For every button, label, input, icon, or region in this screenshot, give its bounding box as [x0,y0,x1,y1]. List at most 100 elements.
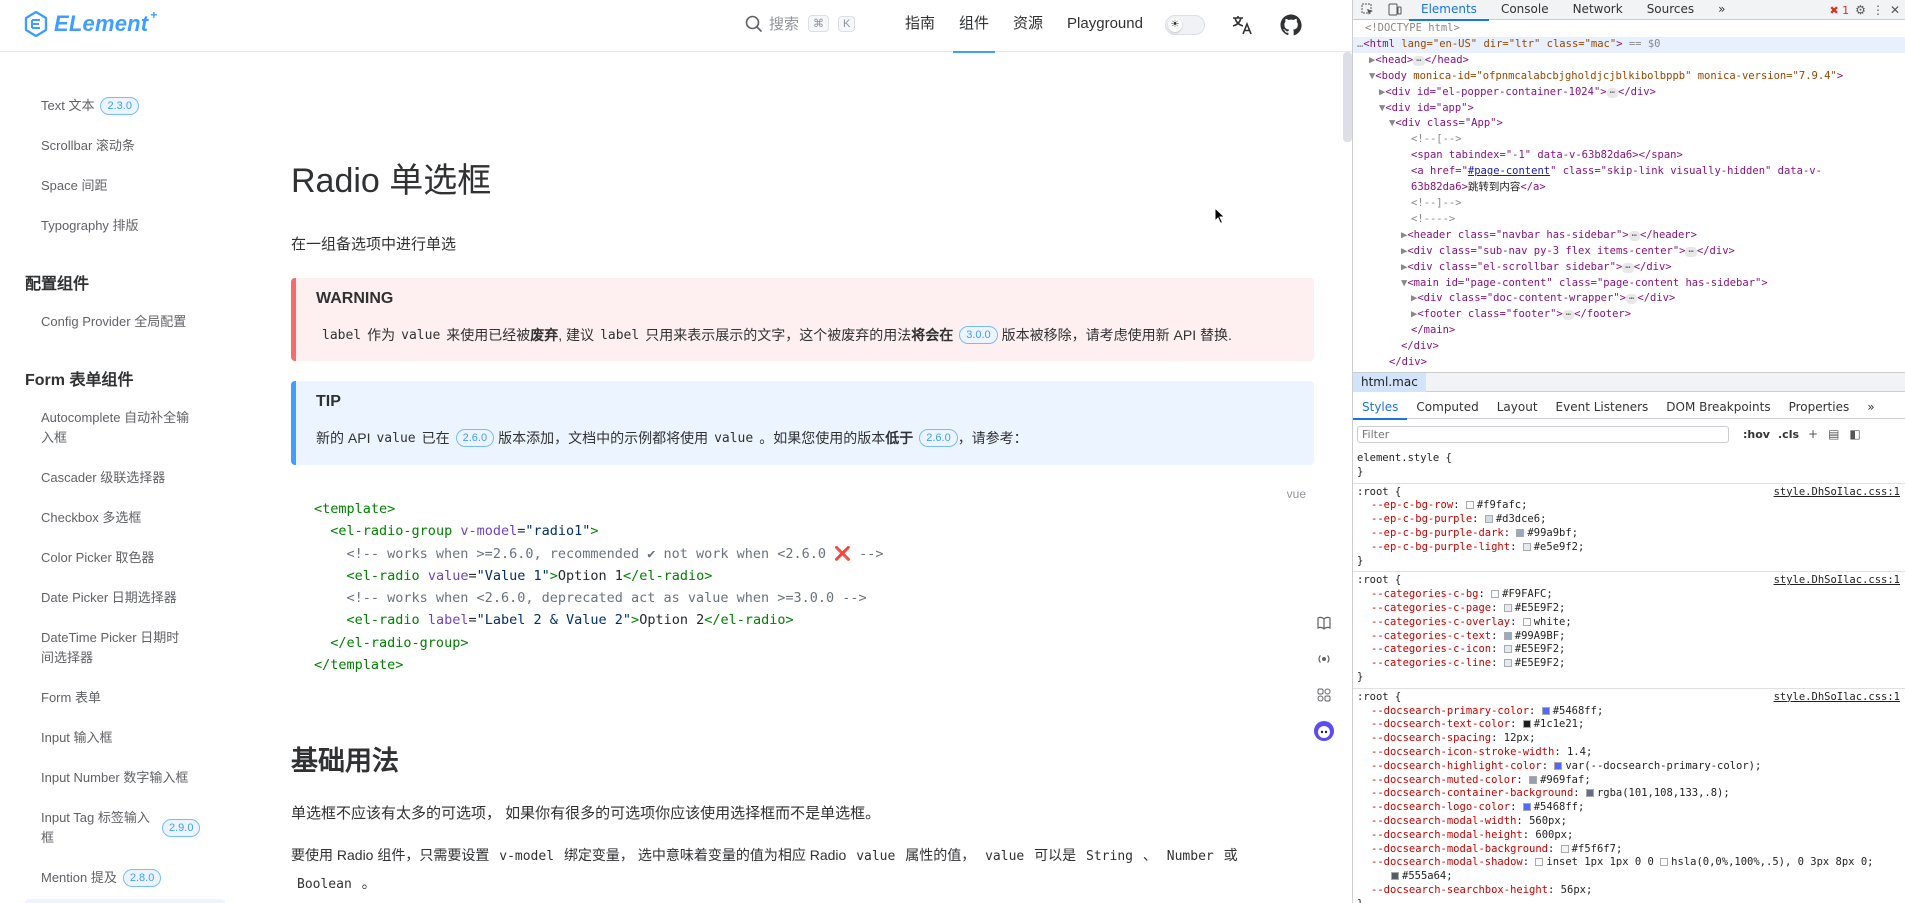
sidebar-item-input[interactable]: Input 输入框 [41,728,113,748]
css-property[interactable]: --categories-c-page: #E5E9F2; [1357,602,1900,616]
color-swatch[interactable] [1554,761,1563,770]
tab-computed[interactable]: Computed [1407,397,1487,419]
sidebar-item-autocomplete[interactable]: Autocomplete 自动补全输入框 [41,408,191,448]
more-style-tabs-button[interactable]: » [1858,397,1883,419]
dom-node[interactable]: ▼<div class="App"> [1353,116,1905,132]
styles-filter-input[interactable] [1357,426,1729,443]
nav-link-playground[interactable]: Playground [1055,0,1155,52]
rule-source-link[interactable]: style.DhSoIlac.css:1 [1774,691,1900,705]
color-swatch[interactable] [1529,775,1538,784]
broadcast-icon[interactable] [1313,648,1335,670]
tab-layout[interactable]: Layout [1488,397,1547,419]
kebab-menu-icon[interactable]: ⋮ [1872,3,1884,17]
tab-network[interactable]: Network [1561,0,1635,20]
color-swatch[interactable] [1660,858,1669,867]
sidebar-item-cascader[interactable]: Cascader 级联选择器 [41,468,165,488]
page-scrollbar[interactable] [1343,52,1352,142]
more-tabs-button[interactable]: » [1706,0,1737,20]
rule-source-link[interactable]: style.DhSoIlac.css:1 [1774,574,1900,588]
color-swatch[interactable] [1503,645,1512,654]
sidebar-item-checkbox[interactable]: Checkbox 多选框 [41,508,141,528]
style-rule-root[interactable]: :root {style.DhSoIlac.css:1 --docsearch-p… [1353,689,1905,903]
css-property[interactable]: --categories-c-icon: #E5E9F2; [1357,643,1900,657]
inspect-element-icon[interactable] [1353,0,1381,20]
nav-link-guide[interactable]: 指南 [893,0,947,52]
book-icon[interactable] [1313,612,1335,634]
css-property[interactable]: --ep-c-bg-purple: #d3dce6; [1357,513,1900,527]
css-property[interactable]: --ep-c-bg-purple-dark: #99a9bf; [1357,527,1900,541]
sidebar-item-text[interactable]: Text 文本 2.3.0 [41,96,139,116]
dom-node[interactable]: </div> [1353,355,1905,366]
css-property[interactable]: --docsearch-spacing: 12px; [1357,732,1900,746]
color-swatch[interactable] [1391,872,1399,881]
color-swatch[interactable] [1503,659,1512,668]
dom-node[interactable]: <!----> [1353,212,1905,228]
toggle-sidebar-icon[interactable]: ◧ [1849,427,1860,441]
dom-node[interactable]: </div> [1353,339,1905,355]
dom-node[interactable]: <!--]--> [1353,196,1905,212]
sidebar-item-color-picker[interactable]: Color Picker 取色器 [41,548,154,568]
cls-toggle[interactable]: .cls [1778,428,1799,441]
sidebar-item-typography[interactable]: Typography 排版 [41,216,139,236]
breadcrumb-item[interactable]: html.mac [1353,373,1426,392]
css-property[interactable]: --categories-c-text: #99A9BF; [1357,630,1900,644]
sidebar-item-input-tag[interactable]: Input Tag 标签输入框 2.9.0 [41,808,228,848]
style-rule-root[interactable]: :root {style.DhSoIlac.css:1 --categories-… [1353,572,1905,689]
color-swatch[interactable] [1522,542,1531,551]
color-swatch[interactable] [1522,803,1531,812]
color-swatch[interactable] [1535,858,1544,867]
version-badge[interactable]: 2.6.0 [919,429,958,447]
color-swatch[interactable] [1516,528,1525,537]
css-property[interactable]: --docsearch-modal-height: 600px; [1357,829,1900,843]
css-property[interactable]: --docsearch-modal-background: #f5f6f7; [1357,843,1900,857]
apps-icon[interactable] [1313,684,1335,706]
rule-source-link[interactable]: style.DhSoIlac.css:1 [1774,486,1900,500]
version-badge[interactable]: 2.6.0 [455,429,495,447]
dom-node[interactable]: ▼<div id="app"> [1353,101,1905,117]
dom-node-selected[interactable]: …<html lang="en-US" dir="ltr" class="mac… [1353,36,1905,53]
sidebar-item-date-picker[interactable]: Date Picker 日期选择器 [41,588,177,608]
css-property[interactable]: --docsearch-logo-color: #5468ff; [1357,801,1900,815]
css-property[interactable]: --docsearch-primary-color: #5468ff; [1357,705,1900,719]
color-swatch[interactable] [1522,720,1531,729]
tab-sources[interactable]: Sources [1635,0,1706,20]
css-property[interactable]: --ep-c-bg-purple-light: #e5e9f2; [1357,541,1900,555]
sidebar-item-mention[interactable]: Mention 提及 2.8.0 [41,868,162,888]
settings-gear-icon[interactable]: ⚙ [1855,3,1866,17]
dom-node[interactable]: ▶<div class="doc-content-wrapper"> ⋯ </div… [1353,291,1905,307]
add-rule-icon[interactable]: + [1808,427,1818,441]
assistant-avatar-icon[interactable] [1313,720,1335,742]
close-icon[interactable]: ✕ [1890,3,1900,17]
dom-node[interactable]: </main> [1353,323,1905,339]
dom-node[interactable]: <!--[--> [1353,132,1905,148]
sidebar-item-datetime-picker[interactable]: DateTime Picker 日期时间选择器 [41,628,191,668]
dom-node[interactable]: ▶<div class="el-scrollbar sidebar"> ⋯ </di… [1353,260,1905,276]
css-property[interactable]: --ep-c-bg-row: #f9fafc; [1357,499,1900,513]
sidebar-item-config-provider[interactable]: Config Provider 全局配置 [41,312,186,332]
dom-node[interactable]: ▶<head> ⋯ </head> [1353,53,1905,69]
css-property[interactable]: #555a64; [1357,870,1900,884]
dom-node[interactable]: ▼<body monica-id="ofpnmcalabcbjgholdjcjb… [1353,69,1905,85]
tab-console[interactable]: Console [1489,0,1561,20]
paint-brush-icon[interactable]: ▤ [1828,427,1839,441]
sidebar-item-scrollbar[interactable]: Scrollbar 滚动条 [41,136,135,156]
css-property[interactable]: --docsearch-muted-color: #969faf; [1357,774,1900,788]
tab-elements[interactable]: Elements [1409,0,1489,21]
search-button[interactable]: 搜索 ⌘ K [745,13,856,34]
sidebar-item-form[interactable]: Form 表单 [41,688,101,708]
theme-toggle-switch[interactable]: ☀ [1165,15,1205,35]
hov-toggle[interactable]: :hov [1743,428,1770,441]
dom-node[interactable]: ▶<footer class="footer"> ⋯ </footer> [1353,307,1905,323]
device-toolbar-icon[interactable] [1381,0,1409,20]
sidebar-item-space[interactable]: Space 间距 [41,176,107,196]
css-property[interactable]: --categories-c-bg: #F9FAFC; [1357,588,1900,602]
color-swatch[interactable] [1541,706,1550,715]
element-plus-logo[interactable]: ELement + [24,8,161,37]
dom-node[interactable]: ▶<header class="navbar has-sidebar"> ⋯ </h… [1353,228,1905,244]
css-property[interactable]: --docsearch-container-background: rgba(1… [1357,787,1900,801]
sidebar-item-input-number[interactable]: Input Number 数字输入框 [41,768,188,788]
nav-link-components[interactable]: 组件 [947,0,1001,53]
tab-dom-breakpoints[interactable]: DOM Breakpoints [1657,397,1779,419]
css-property[interactable]: --docsearch-text-color: #1c1e21; [1357,718,1900,732]
error-count-badge[interactable]: ✖ 1 [1829,4,1849,17]
